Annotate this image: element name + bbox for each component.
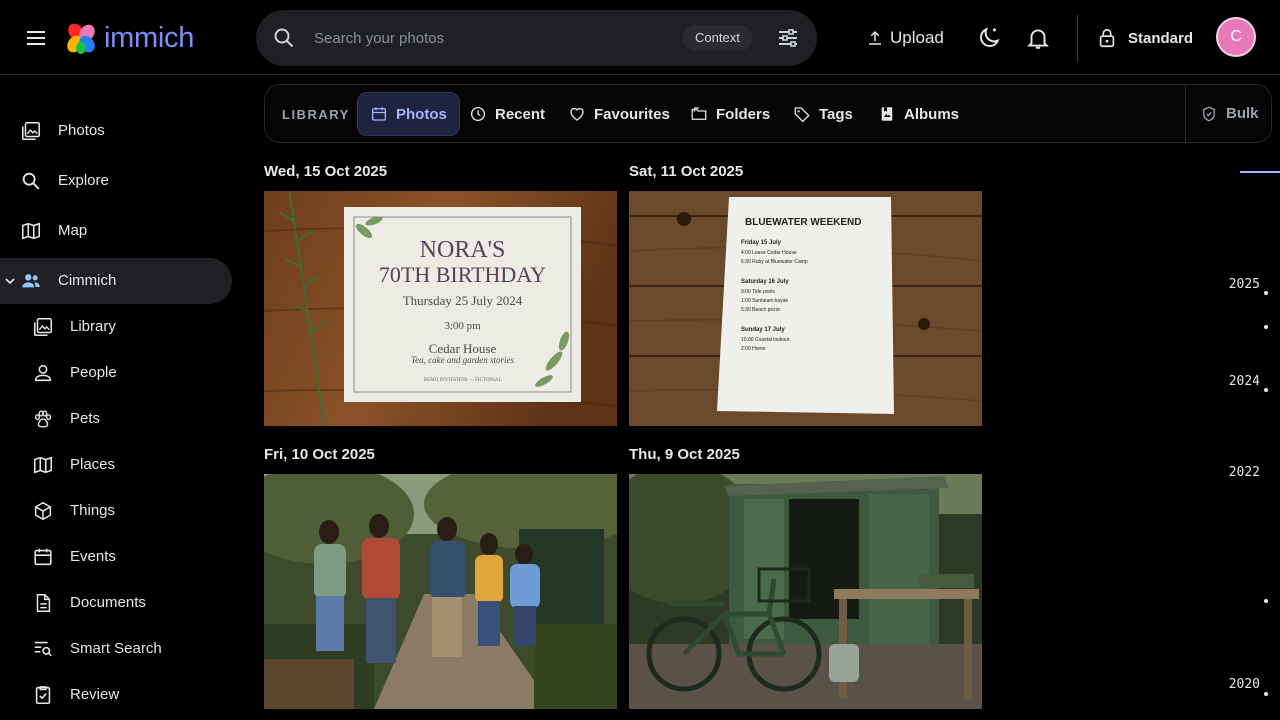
bicycle-shed-photo xyxy=(629,474,982,709)
calendar-icon xyxy=(34,548,52,566)
date-group-label: Thu, 9 Oct 2025 xyxy=(629,446,740,463)
sidebar-item-documents[interactable]: Documents xyxy=(0,580,232,626)
search-options-icon[interactable] xyxy=(776,26,800,50)
upload-icon xyxy=(869,30,881,45)
sidebar-item-smart-search[interactable]: Smart Search xyxy=(0,626,232,672)
document-icon xyxy=(36,594,51,612)
scrubber-position-indicator xyxy=(1240,171,1280,173)
search-bar[interactable]: Context xyxy=(256,10,817,66)
date-group-label: Fri, 10 Oct 2025 xyxy=(264,446,375,463)
topbar-divider xyxy=(1077,15,1078,61)
sidebar-item-explore[interactable]: Explore xyxy=(0,158,232,204)
date-group-label: Wed, 15 Oct 2025 xyxy=(264,163,388,180)
lock-label: Standard xyxy=(1128,29,1194,47)
sidebar-item-cimmich[interactable]: Cimmich xyxy=(0,258,232,304)
sidebar: Photos Explore Map Cimmich Library Peopl… xyxy=(0,76,244,720)
photo-thumbnail[interactable] xyxy=(264,474,617,709)
review-icon xyxy=(35,686,51,705)
theme-toggle-icon[interactable] xyxy=(976,25,1002,51)
notifications-icon[interactable] xyxy=(1025,25,1051,51)
cube-icon xyxy=(34,501,52,521)
sidebar-item-people[interactable]: People xyxy=(0,350,232,396)
avatar[interactable]: C xyxy=(1216,17,1256,57)
photo-thumbnail[interactable]: NORA'S 70TH BIRTHDAY Thursday 25 July 20… xyxy=(264,191,617,426)
scrubber-year[interactable]: 2025 xyxy=(1229,277,1260,292)
tab-favourites[interactable]: Favourites xyxy=(556,92,682,136)
scrubber-dot xyxy=(1264,388,1268,392)
search-input[interactable] xyxy=(314,26,674,50)
lock-icon xyxy=(1099,28,1115,48)
timeline-scrubber[interactable]: 2025 2024 2022 2020 xyxy=(1220,150,1280,720)
sidebar-item-pets[interactable]: Pets xyxy=(0,396,232,442)
immich-logo[interactable]: immich xyxy=(64,20,194,56)
app-name: immich xyxy=(104,21,195,54)
context-chip[interactable]: Context xyxy=(683,25,752,51)
album-icon xyxy=(881,107,893,121)
itinerary-text: BLUEWATER WEEKEND Friday 15 July 4:00 Le… xyxy=(741,217,862,352)
immich-logo-icon xyxy=(67,23,95,54)
chevron-down-icon[interactable] xyxy=(4,275,16,287)
scrubber-year[interactable]: 2022 xyxy=(1229,465,1260,480)
map-icon xyxy=(21,222,41,240)
tab-recent[interactable]: Recent xyxy=(457,92,557,136)
clock-icon xyxy=(470,106,486,122)
tab-albums[interactable]: Albums xyxy=(866,92,971,136)
sidebar-item-library[interactable]: Library xyxy=(0,304,232,350)
scrubber-dot xyxy=(1264,291,1268,295)
scrubber-year[interactable]: 2020 xyxy=(1229,677,1260,692)
top-bar: immich Context Upload Standard C xyxy=(0,0,1280,75)
photos-icon xyxy=(21,121,41,141)
sidebar-item-places[interactable]: Places xyxy=(0,442,232,488)
family-garden-photo xyxy=(264,474,617,709)
scrubber-dot xyxy=(1264,599,1268,603)
photo-thumbnail[interactable]: BLUEWATER WEEKEND Friday 15 July 4:00 Le… xyxy=(629,191,982,426)
scrubber-dot xyxy=(1264,692,1268,696)
library-icon xyxy=(33,317,53,337)
paw-icon xyxy=(34,410,52,428)
search-icon xyxy=(22,172,40,190)
date-group-label: Sat, 11 Oct 2025 xyxy=(629,163,744,180)
tab-folders[interactable]: Folders xyxy=(678,92,782,136)
locked-folder-button[interactable]: Standard xyxy=(1096,24,1193,52)
heart-icon xyxy=(570,107,584,121)
person-icon xyxy=(34,364,52,382)
search-icon[interactable] xyxy=(272,26,296,50)
map-icon xyxy=(33,456,53,474)
folder-icon xyxy=(691,107,707,120)
invitation-text: NORA'S 70TH BIRTHDAY Thursday 25 July 20… xyxy=(378,237,547,384)
tag-icon xyxy=(794,107,810,123)
scrubber-dot xyxy=(1264,325,1268,329)
tab-tags[interactable]: Tags xyxy=(781,92,865,136)
sidebar-item-things[interactable]: Things xyxy=(0,488,232,534)
sidebar-item-photos[interactable]: Photos xyxy=(0,108,232,154)
upload-button[interactable]: Upload xyxy=(866,22,944,54)
sidebar-item-review[interactable]: Review xyxy=(0,672,232,718)
calendar-icon xyxy=(371,107,387,121)
people-icon xyxy=(22,274,40,288)
tab-photos[interactable]: Photos xyxy=(357,92,460,136)
upload-label: Upload xyxy=(890,28,944,47)
shield-check-icon xyxy=(1203,106,1215,121)
scrubber-year[interactable]: 2024 xyxy=(1229,374,1260,389)
menu-icon[interactable] xyxy=(24,26,48,50)
library-nav-bar: LIBRARY Photos Recent Favourites Folders… xyxy=(264,84,1272,143)
library-section-label: LIBRARY xyxy=(282,107,350,122)
smart-search-icon xyxy=(34,641,52,657)
bulk-button[interactable]: Bulk xyxy=(1185,85,1259,142)
photo-thumbnail[interactable] xyxy=(629,474,982,709)
sidebar-item-map[interactable]: Map xyxy=(0,208,232,254)
sidebar-item-events[interactable]: Events xyxy=(0,534,232,580)
